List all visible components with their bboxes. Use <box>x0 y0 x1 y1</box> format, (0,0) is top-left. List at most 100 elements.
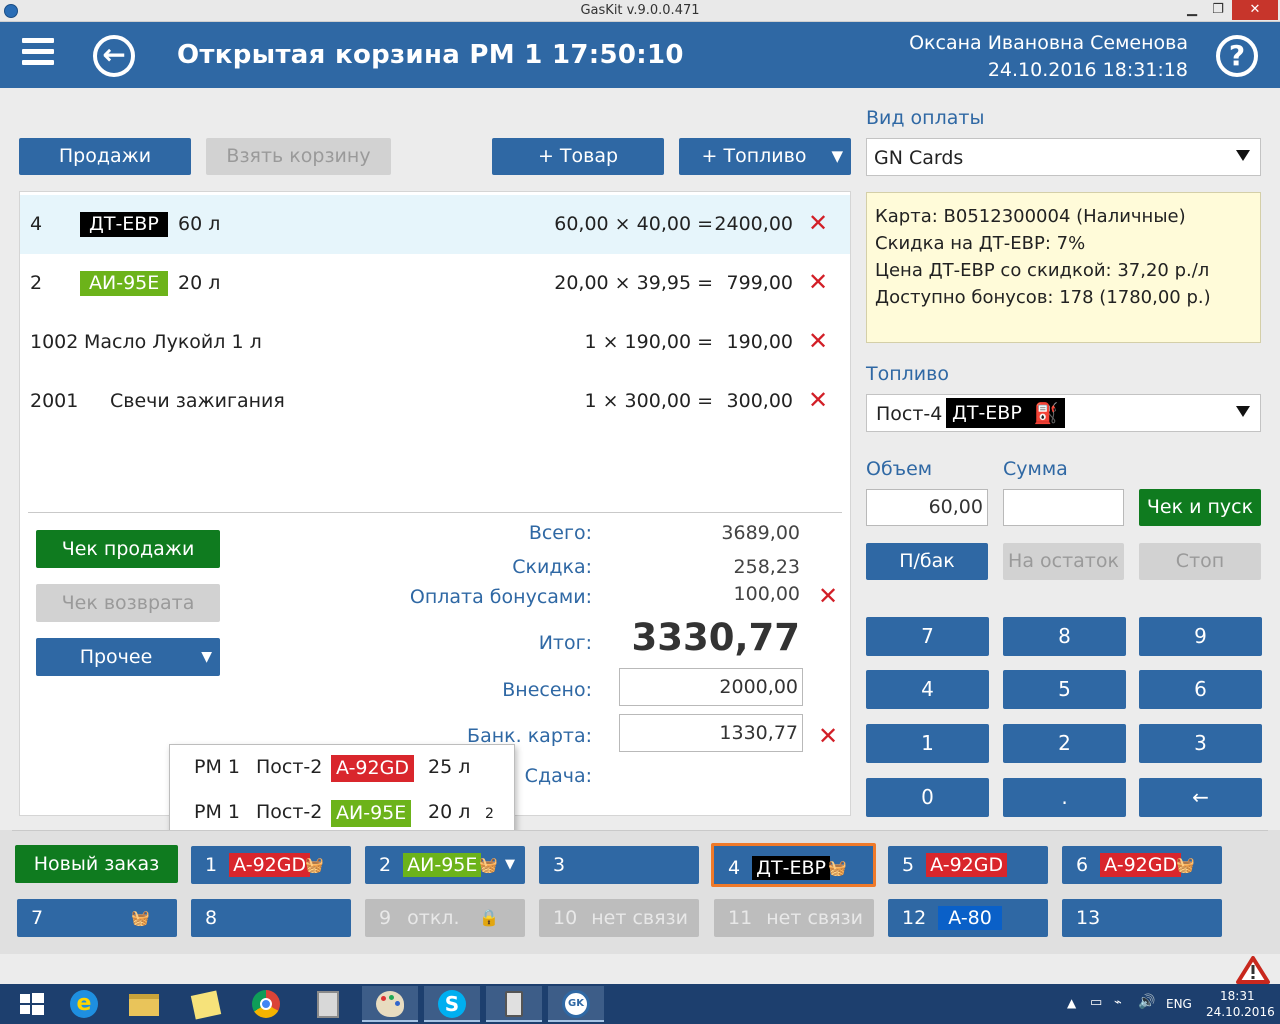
fuel-terminal-icon[interactable] <box>486 986 542 1022</box>
network-icon[interactable]: ⌁ <box>1114 995 1122 1010</box>
action-center-icon[interactable]: ▭ <box>1090 995 1102 1010</box>
remove-item-icon[interactable]: ✕ <box>808 268 828 296</box>
volume-icon[interactable]: 🔊 <box>1138 994 1155 1010</box>
fuel-label: Топливо <box>866 363 949 385</box>
minimize-icon[interactable]: ▁ <box>1180 0 1204 20</box>
keypad-backspace[interactable]: ← <box>1139 778 1262 817</box>
pump-status: нет связи <box>766 907 863 929</box>
pump-4-button[interactable]: 4 ДТ-ЕВР 🧺 <box>711 843 876 887</box>
bank-card-input[interactable]: 1330,77 <box>619 714 803 752</box>
pump-3-button[interactable]: 3 <box>539 846 699 884</box>
pump-number: 9 <box>379 907 392 929</box>
keypad-1[interactable]: 1 <box>866 724 989 763</box>
sum-input[interactable] <box>1003 489 1124 526</box>
popup-fuel-badge: A-92GD <box>331 755 414 782</box>
cart-row[interactable]: 2001 Свечи зажигания 1 × 300,00 = 300,00… <box>20 372 850 431</box>
change-label: Сдача: <box>524 765 592 787</box>
remove-item-icon[interactable]: ✕ <box>808 386 828 414</box>
pump-10-button[interactable]: 10 нет связи <box>539 899 699 937</box>
calculator-icon[interactable] <box>300 986 356 1022</box>
keypad-5[interactable]: 5 <box>1003 670 1126 709</box>
tray-expand-icon[interactable]: ▲ <box>1067 996 1076 1010</box>
pump-number: 4 <box>728 857 741 879</box>
popup-row[interactable]: РМ 1 Пост-2 АИ-95Е 20 л 2 <box>170 797 514 829</box>
popup-fuel-badge: АИ-95Е <box>331 800 412 827</box>
remainder-button[interactable]: На остаток <box>1003 543 1124 580</box>
keypad-6[interactable]: 6 <box>1139 670 1262 709</box>
return-receipt-button[interactable]: Чек возврата <box>36 584 220 622</box>
notes-icon[interactable] <box>178 986 234 1022</box>
stop-button[interactable]: Стоп <box>1139 543 1261 580</box>
gaskit-icon[interactable]: GK <box>548 986 604 1022</box>
pump-12-button[interactable]: 12 A-80 <box>888 899 1048 937</box>
window-title: GasKit v.9.0.0.471 <box>580 3 700 18</box>
pump-fuel-badge: A-92GD <box>229 853 311 877</box>
cart-row[interactable]: 4 ДТ-ЕВР 60 л 60,00 × 40,00 = 2400,00 ✕ <box>20 195 850 254</box>
remove-bonus-icon[interactable]: ✕ <box>818 582 838 610</box>
pump-6-button[interactable]: 6 A-92GD 🧺 <box>1062 846 1222 884</box>
card-info-line: Цена ДТ-ЕВР со скидкой: 37,20 р./л <box>875 260 1210 281</box>
pump-number: 12 <box>902 907 927 929</box>
popup-volume: 20 л <box>428 801 471 823</box>
pump-2-button[interactable]: 2 АИ-95Е 🧺 ▼ <box>365 846 525 884</box>
paid-input[interactable]: 2000,00 <box>619 668 803 706</box>
input-language[interactable]: ENG <box>1166 997 1192 1011</box>
menu-icon[interactable] <box>22 38 54 70</box>
receipt-and-start-button[interactable]: Чек и пуск <box>1139 489 1261 526</box>
pump-13-button[interactable]: 13 <box>1062 899 1222 937</box>
keypad-0[interactable]: 0 <box>866 778 989 817</box>
keypad-8[interactable]: 8 <box>1003 617 1126 656</box>
close-icon[interactable]: ✕ <box>1232 0 1278 20</box>
full-tank-button[interactable]: П/бак <box>866 543 988 580</box>
remove-card-icon[interactable]: ✕ <box>818 722 838 750</box>
take-cart-button[interactable]: Взять корзину <box>206 138 391 175</box>
sales-button[interactable]: Продажи <box>19 138 191 175</box>
fuel-badge: ДТ-ЕВР <box>80 212 168 237</box>
file-explorer-icon[interactable] <box>116 986 172 1022</box>
sale-receipt-button[interactable]: Чек продажи <box>36 530 220 568</box>
item-calc: 1 × 190,00 = <box>584 331 713 353</box>
taskbar: e S GK ▲ ▭ ⌁ 🔊 ENG 18:31 24.10.2016 <box>0 984 1280 1024</box>
internet-explorer-icon[interactable]: e <box>56 986 112 1022</box>
keypad-2[interactable]: 2 <box>1003 724 1126 763</box>
back-icon[interactable]: ← <box>93 35 135 77</box>
result-label: Итог: <box>538 632 592 654</box>
item-name: 20 л <box>178 272 221 294</box>
pump-1-button[interactable]: 1 A-92GD 🧺 <box>191 846 351 884</box>
keypad-3[interactable]: 3 <box>1139 724 1262 763</box>
add-goods-button[interactable]: + Товар <box>492 138 664 175</box>
start-icon[interactable] <box>4 986 60 1022</box>
remove-item-icon[interactable]: ✕ <box>808 327 828 355</box>
item-sum: 799,00 <box>726 272 793 294</box>
pump-number: 8 <box>205 907 218 929</box>
other-menu-button[interactable]: Прочее ▼ <box>36 638 220 676</box>
keypad-decimal[interactable]: . <box>1003 778 1126 817</box>
pump-9-button[interactable]: 9 откл. 🔒 <box>365 899 525 937</box>
paint-icon[interactable] <box>362 986 418 1022</box>
cart-row[interactable]: 1002 Масло Лукойл 1 л 1 × 190,00 = 190,0… <box>20 313 850 372</box>
payment-type-select[interactable]: GN Cards <box>866 138 1261 176</box>
restore-icon[interactable]: ❐ <box>1206 0 1230 20</box>
fuel-post-select[interactable]: Пост-4 ДТ-ЕВР ⛽ <box>866 394 1261 432</box>
item-code: 1002 <box>30 331 79 353</box>
remove-item-icon[interactable]: ✕ <box>808 209 828 237</box>
pump-11-button[interactable]: 11 нет связи <box>714 899 874 937</box>
cart-row[interactable]: 2 АИ-95Е 20 л 20,00 × 39,95 = 799,00 ✕ <box>20 254 850 313</box>
keypad-9[interactable]: 9 <box>1139 617 1262 656</box>
add-fuel-button[interactable]: + Топливо ▼ <box>679 138 851 175</box>
new-order-button[interactable]: Новый заказ <box>15 845 178 883</box>
keypad-7[interactable]: 7 <box>866 617 989 656</box>
skype-icon[interactable]: S <box>424 986 480 1022</box>
bonus-label: Оплата бонусами: <box>409 586 592 608</box>
chrome-icon[interactable] <box>238 986 294 1022</box>
payment-type-value: GN Cards <box>874 147 964 169</box>
help-icon[interactable]: ? <box>1216 35 1258 77</box>
pump-8-button[interactable]: 8 <box>191 899 351 937</box>
popup-row[interactable]: РМ 1 Пост-2 A-92GD 25 л <box>170 752 514 784</box>
keypad-4[interactable]: 4 <box>866 670 989 709</box>
paid-label: Внесено: <box>502 679 592 701</box>
warning-icon[interactable] <box>1236 956 1270 984</box>
pump-7-button[interactable]: 7 🧺 <box>17 899 177 937</box>
volume-input[interactable]: 60,00 <box>866 489 988 526</box>
pump-5-button[interactable]: 5 A-92GD <box>888 846 1048 884</box>
